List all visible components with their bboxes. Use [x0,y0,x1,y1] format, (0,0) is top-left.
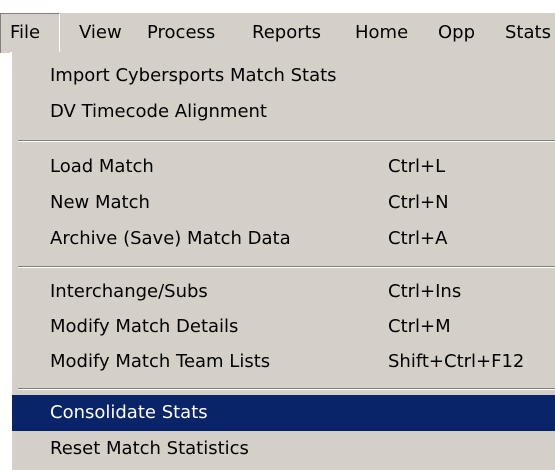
menu-item-dv-timecode-alignment[interactable]: DV Timecode Alignment [12,94,555,130]
menu-item-shortcut: Ctrl+Ins [388,281,462,302]
menu-item-label: Archive (Save) Match Data [50,228,291,249]
menu-item-reset-match-statistics[interactable]: Reset Match Statistics [12,431,555,467]
menu-item-label: Load Match [50,156,154,177]
menu-process[interactable]: Process [147,13,215,53]
menu-separator [18,140,555,142]
menu-item-interchange-subs[interactable]: Interchange/Subs Ctrl+Ins [12,274,555,310]
menu-item-import-cybersports-match-stats[interactable]: Import Cybersports Match Stats [12,58,555,94]
menu-item-label: Consolidate Stats [50,402,208,423]
file-menu-dropdown: Import Cybersports Match Stats DV Timeco… [10,52,555,470]
window-top-edge [0,0,555,12]
menu-item-archive-save-match-data[interactable]: Archive (Save) Match Data Ctrl+A [12,221,555,257]
menu-item-label: Modify Match Team Lists [50,351,271,372]
menu-item-modify-match-team-lists[interactable]: Modify Match Team Lists Shift+Ctrl+F12 [12,344,555,380]
menu-separator [18,266,555,268]
menu-item-label: Interchange/Subs [50,281,208,302]
menu-item-label: DV Timecode Alignment [50,101,267,122]
menu-opp[interactable]: Opp [438,13,475,53]
menu-item-consolidate-stats[interactable]: Consolidate Stats [12,395,555,431]
menu-item-shortcut: Ctrl+A [388,228,448,249]
menu-item-label: Reset Match Statistics [50,438,249,459]
menu-stats[interactable]: Stats [505,13,551,53]
menu-item-new-match[interactable]: New Match Ctrl+N [12,185,555,221]
menu-item-shortcut: Ctrl+L [388,156,446,177]
menu-file[interactable]: File [0,13,60,53]
menu-item-load-match[interactable]: Load Match Ctrl+L [12,149,555,185]
menu-home[interactable]: Home [355,13,408,53]
menu-item-label: Modify Match Details [50,316,239,337]
menu-view[interactable]: View [79,13,122,53]
menu-item-label: New Match [50,192,150,213]
menu-item-label: Import Cybersports Match Stats [50,65,337,86]
menu-item-shortcut: Ctrl+N [388,192,449,213]
menu-reports[interactable]: Reports [252,13,321,53]
menu-item-shortcut: Ctrl+M [388,316,451,337]
menu-bar: File View Process Reports Home Opp Stats [0,12,555,53]
menu-separator [18,388,555,390]
menu-item-modify-match-details[interactable]: Modify Match Details Ctrl+M [12,309,555,345]
menu-item-shortcut: Shift+Ctrl+F12 [388,351,525,372]
